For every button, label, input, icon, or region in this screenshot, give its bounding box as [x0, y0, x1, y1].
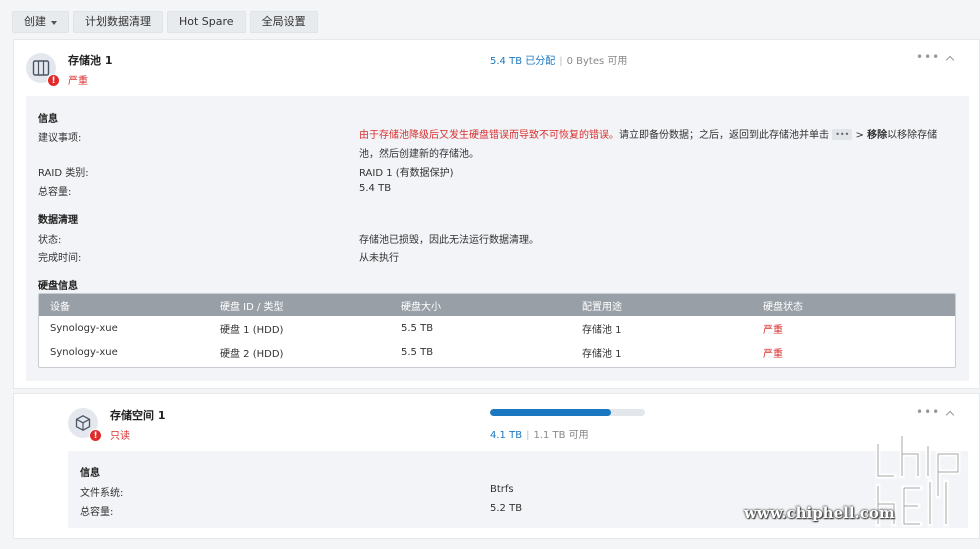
more-options-icon: ••• [832, 129, 853, 140]
create-button[interactable]: 创建 [12, 11, 69, 33]
volume-icon: ! [68, 408, 102, 442]
table-row[interactable]: Synology-xue 硬盘 1 (HDD) 5.5 TB 存储池 1 严重 [39, 316, 955, 340]
capacity-label: 总容量: [38, 187, 72, 198]
info-section-title: 信息 [80, 468, 100, 479]
disk-status-cell: 严重 [763, 324, 783, 336]
pool-info-panel: 信息 建议事项: 由于存储池降级后又发生硬盘错误而导致不可恢复的错误。请立即备份… [26, 96, 969, 381]
separator: | [526, 430, 530, 441]
raid-value: RAID 1 (有数据保护) [359, 168, 454, 179]
capacity-label: 总容量: [80, 507, 114, 518]
create-button-label: 创建 [24, 15, 46, 28]
advice-arrow: > [852, 130, 868, 141]
scrub-status-label: 状态: [38, 235, 62, 246]
pool-available: 0 Bytes 可用 [566, 56, 628, 67]
table-cell: 5.5 TB [401, 346, 434, 358]
filesystem-value: Btrfs [490, 484, 514, 495]
advice-value: 由于存储池降级后又发生硬盘错误而导致不可恢复的错误。请立即备份数据；之后，返回到… [359, 126, 944, 164]
chevron-down-icon [51, 20, 57, 25]
column-header[interactable]: 硬盘大小 [401, 298, 582, 313]
table-header: 设备 硬盘 ID / 类型 硬盘大小 配置用途 硬盘状态 [39, 294, 955, 316]
hot-spare-label: Hot Spare [179, 15, 234, 28]
storage-pool-icon: ! [26, 53, 60, 87]
pool-status: 严重 [68, 76, 88, 87]
volume-used: 4.1 TB [490, 430, 523, 441]
scrub-schedule-label: 计划数据清理 [85, 15, 151, 28]
error-badge-icon: ! [47, 74, 60, 87]
table-row[interactable]: Synology-xue 硬盘 2 (HDD) 5.5 TB 存储池 1 严重 [39, 340, 955, 364]
column-header[interactable]: 硬盘 ID / 类型 [220, 298, 401, 313]
separator: | [559, 56, 563, 67]
table-cell: 硬盘 1 (HDD) [220, 324, 284, 336]
filesystem-label: 文件系统: [80, 488, 124, 499]
advice-error-text: 由于存储池降级后又发生硬盘错误而导致不可恢复的错误。 [359, 130, 619, 141]
disk-status-cell: 严重 [763, 348, 783, 360]
more-options-icon[interactable]: ••• [916, 50, 940, 64]
storage-pool-card: ! 存储池 1 严重 5.4 TB 已分配 | 0 Bytes 可用 ••• 信息 … [13, 39, 980, 389]
capacity-value: 5.2 TB [490, 503, 523, 514]
scrub-time-value: 从未执行 [359, 253, 399, 264]
more-options-icon[interactable]: ••• [916, 405, 940, 419]
hot-spare-button[interactable]: Hot Spare [167, 11, 246, 33]
scrub-section-title: 数据清理 [38, 215, 78, 226]
scrub-status-value: 存储池已损毁，因此无法运行数据清理。 [359, 235, 539, 246]
error-badge-icon: ! [89, 429, 102, 442]
volume-available: 1.1 TB 可用 [533, 430, 589, 441]
disk-table: 设备 硬盘 ID / 类型 硬盘大小 配置用途 硬盘状态 Synology-xu… [38, 293, 956, 368]
advice-label: 建议事项: [38, 133, 82, 144]
column-header[interactable]: 硬盘状态 [763, 298, 943, 313]
advice-remove-text: 移除 [867, 130, 888, 141]
chevron-up-icon[interactable] [945, 55, 955, 65]
toolbar: 创建 计划数据清理 Hot Spare 全局设置 [12, 11, 318, 33]
column-header[interactable]: 设备 [39, 298, 220, 313]
chevron-up-icon[interactable] [945, 410, 955, 420]
table-cell: 5.5 TB [401, 322, 434, 334]
raid-label: RAID 类别: [38, 168, 89, 179]
table-cell: 硬盘 2 (HDD) [220, 348, 284, 360]
pool-capacity: 5.4 TB 已分配 | 0 Bytes 可用 [490, 52, 627, 67]
table-cell: 存储池 1 [582, 324, 622, 336]
disk-section-title: 硬盘信息 [38, 281, 78, 292]
volume-title: 存储空间 1 [110, 409, 166, 422]
volume-usage-fill [490, 409, 611, 416]
info-section-title: 信息 [38, 114, 58, 125]
scrub-schedule-button[interactable]: 计划数据清理 [73, 11, 163, 33]
scrub-time-label: 完成时间: [38, 253, 82, 264]
table-cell: Synology-xue [50, 322, 118, 334]
advice-text-1: 请立即备份数据；之后，返回到此存储池并单击 [619, 130, 829, 141]
capacity-value: 5.4 TB [359, 183, 392, 194]
pool-title: 存储池 1 [68, 54, 113, 67]
volume-status: 只读 [110, 431, 130, 442]
volume-usage-bar [490, 409, 645, 416]
global-settings-label: 全局设置 [261, 15, 306, 28]
table-cell: Synology-xue [50, 346, 118, 358]
volume-capacity: 4.1 TB | 1.1 TB 可用 [490, 426, 589, 441]
watermark-url: www.chiphell.com [744, 504, 895, 522]
column-header[interactable]: 配置用途 [582, 298, 763, 313]
global-settings-button[interactable]: 全局设置 [249, 11, 318, 33]
chiphell-watermark: www.chiphell.com [744, 432, 974, 532]
pool-allocated: 5.4 TB 已分配 [490, 56, 556, 67]
table-cell: 存储池 1 [582, 348, 622, 360]
